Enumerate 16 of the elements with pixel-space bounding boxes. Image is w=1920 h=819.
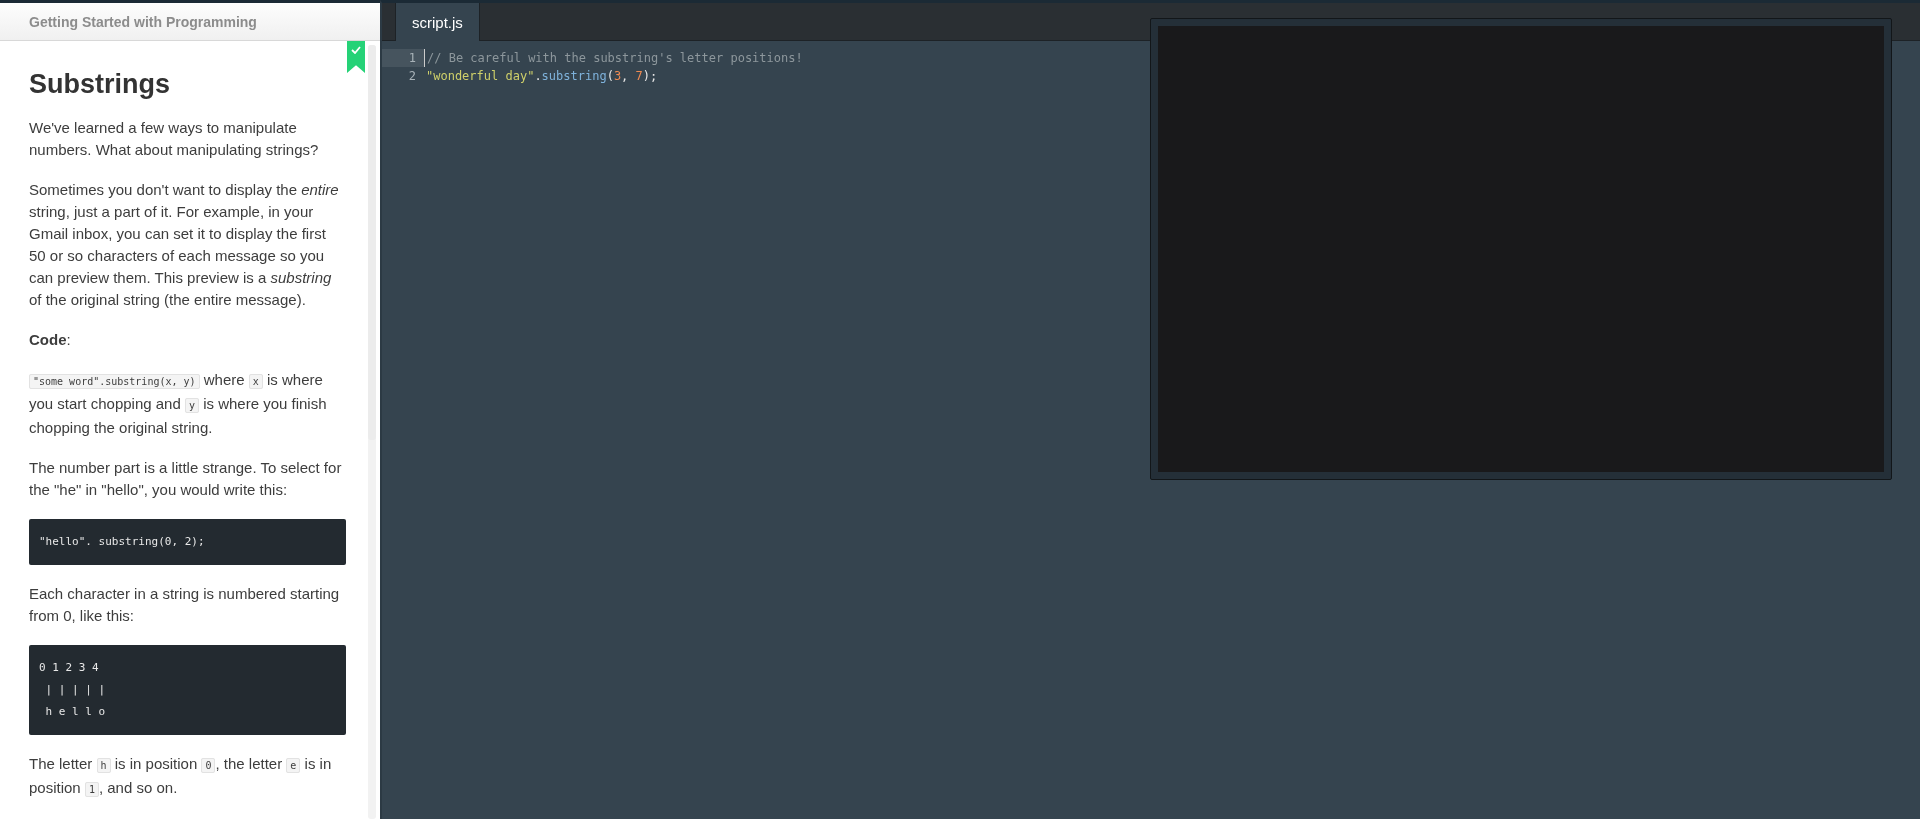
paragraph: The letter h is in position 0 , the letter e is in position 1 , and so on. xyxy=(29,754,333,799)
paragraph: We've learned a few ways to manipulate numbers. What about manipulating strings? xyxy=(29,118,320,160)
code-block: "hello". substring(0, 2); xyxy=(29,519,346,565)
paragraph: Code: xyxy=(29,330,72,350)
line-number: 1 xyxy=(382,49,424,67)
paragraph: The number part is a little strange. To select for the "he" in "hello", you would write this: xyxy=(29,458,343,500)
course-title: Getting Started with Programming xyxy=(0,3,380,41)
line-number: 2 xyxy=(407,68,417,85)
file-tab[interactable]: script.js xyxy=(395,3,480,41)
paragraph: Each character in a string is numbered starting from 0, like this: xyxy=(29,584,341,626)
paragraph: "some word".substring(x, y) where x is where you start chopping and y is where you finish chopping the original string. xyxy=(29,370,328,438)
code-line: // Be careful with the substring's letter positions! xyxy=(424,49,803,67)
paragraph: Sometimes you don't want to display the entire string, just a part of it. For example, in your Gmail inbox, you can set it to display the first 50 or so characters of each message so you can preview them. This preview is a substring of the original string (the entire message). xyxy=(29,180,340,310)
lesson-title: Substrings xyxy=(29,68,171,101)
code-block: 0 1 2 3 4 | | | | | h e l l o xyxy=(29,645,346,735)
code-line: "wonderful day".substring(3, 7); xyxy=(425,68,658,85)
